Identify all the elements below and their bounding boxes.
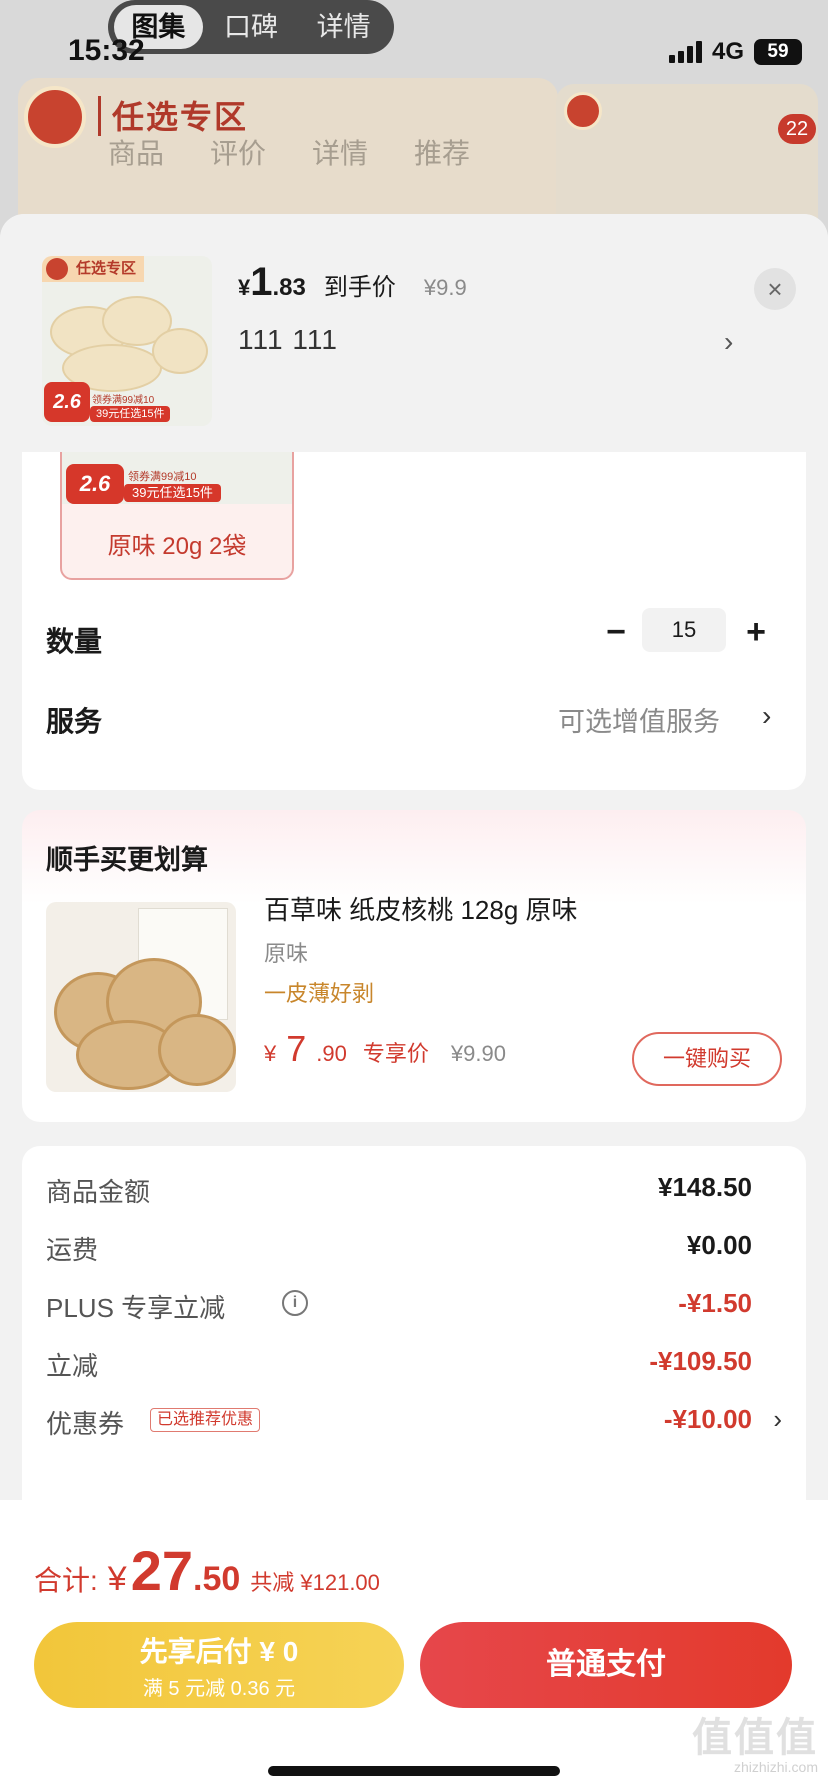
addon-price-int: 7	[286, 1028, 307, 1069]
checkout-footer: 合计: ¥ 27 .50 共减 ¥121.00 先享后付 ¥ 0 满 5 元减 …	[0, 1500, 828, 1792]
pay-later-button[interactable]: 先享后付 ¥ 0 满 5 元减 0.36 元	[34, 1622, 404, 1708]
bg-tab-details[interactable]: 详情	[312, 132, 368, 172]
quantity-label: 数量	[46, 626, 103, 657]
watermark-main: 值值值	[692, 1716, 818, 1760]
summary-label: 优惠券	[46, 1409, 125, 1439]
thumbnail-brand-logo	[564, 92, 602, 130]
service-label: 服务	[46, 706, 103, 737]
battery-icon: 59	[754, 39, 802, 65]
final-price-row: ¥1.83 到手价 ¥9.9	[238, 260, 467, 305]
summary-row-plus-discount: PLUS 专享立减 i -¥1.50	[46, 1288, 782, 1328]
summary-value: -¥109.50	[649, 1346, 752, 1376]
addon-price: ¥7 .90 专享价 ¥9.90	[264, 1028, 506, 1070]
background-tabs: 商品 评价 详情 推荐	[108, 132, 470, 172]
addon-price-dec: .90	[316, 1041, 347, 1066]
selected-product-image[interactable]: 任选专区 2.6 领券满99减10 39元任选15件	[42, 256, 212, 426]
chevron-right-icon[interactable]: ›	[773, 1404, 782, 1435]
image-promo-text: 领券满99减10	[92, 395, 155, 406]
quantity-input[interactable]: 15	[642, 608, 726, 652]
watermark-sub: zhizhizhi.com	[733, 1759, 818, 1775]
close-icon[interactable]: ×	[754, 268, 796, 310]
selected-spec[interactable]: 111 111	[238, 324, 338, 356]
summary-row-shipping: 运费 ¥0.00	[46, 1230, 782, 1270]
status-time: 15:32	[68, 34, 145, 67]
price-label: 到手价	[323, 274, 396, 301]
summary-value: -¥10.00	[663, 1404, 752, 1434]
bg-tab-reviews[interactable]: 评价	[210, 132, 266, 172]
total-label: 合计:	[34, 1565, 98, 1596]
price-summary-card: 商品金额 ¥148.50 运费 ¥0.00 PLUS 专享立减 i -¥1.50…	[22, 1146, 806, 1546]
network-type: 4G	[711, 38, 744, 65]
summary-value: -¥1.50	[678, 1288, 752, 1318]
tab-detail[interactable]: 详情	[299, 5, 388, 49]
summary-row-goods-amount: 商品金额 ¥148.50	[46, 1172, 782, 1212]
signal-icon	[668, 41, 702, 63]
summary-label: 运费	[46, 1235, 99, 1265]
quantity-increase-button[interactable]: +	[736, 612, 776, 652]
brand-logo	[24, 86, 86, 148]
sheet-product-header: 任选专区 2.6 领券满99减10 39元任选15件 ¥1.83 到手价 ¥9.…	[0, 214, 828, 452]
addon-price-symbol: ¥	[264, 1041, 277, 1066]
bg-tab-recommend[interactable]: 推荐	[414, 132, 470, 172]
quantity-decrease-button[interactable]: −	[596, 612, 636, 652]
status-indicators: 4G 59	[668, 38, 802, 66]
brand-logo	[46, 258, 68, 280]
image-count-badge: 22	[778, 114, 816, 144]
option-label: 原味 20g 2袋	[107, 533, 247, 560]
summary-value: ¥148.50	[658, 1172, 752, 1202]
addon-title: 顺手买更划算	[46, 845, 208, 875]
option-promo-tag: 39元任选15件	[124, 484, 221, 502]
chevron-right-icon[interactable]: ›	[724, 326, 733, 358]
normal-pay-button[interactable]: 普通支付	[420, 1622, 792, 1708]
addon-flavor: 原味	[264, 941, 309, 966]
chevron-right-icon[interactable]: ›	[762, 700, 771, 732]
final-price: ¥1.83	[238, 260, 306, 305]
total-row: 合计: ¥ 27 .50 共减 ¥121.00	[34, 1538, 380, 1603]
coupon-tag: 已选推荐优惠	[150, 1408, 261, 1432]
site-watermark: 值值值 zhizhizhi.com	[692, 1718, 818, 1774]
addon-price-label: 专享价	[362, 1041, 429, 1066]
info-icon[interactable]: i	[282, 1290, 308, 1316]
total-int: 27	[130, 1539, 193, 1602]
image-promo-tag: 39元任选15件	[90, 406, 171, 422]
summary-label: 立减	[46, 1351, 99, 1381]
top-segment-tabs: 图集 口碑 详情	[108, 0, 394, 54]
summary-value: ¥0.00	[686, 1230, 752, 1260]
price-dec: .83	[272, 274, 306, 301]
pay-later-title: 先享后付 ¥ 0	[139, 1636, 299, 1667]
image-price-badge: 2.6	[44, 382, 90, 422]
service-value[interactable]: 可选增值服务	[558, 700, 720, 739]
total-saving: 共减 ¥121.00	[250, 1570, 380, 1595]
addon-card: 顺手买更划算 百草味 纸皮核桃 128g 原味 原味 一皮薄好剥 ¥7 .90 专…	[22, 810, 806, 1122]
addon-product-image[interactable]	[46, 902, 236, 1092]
total-dec: .50	[193, 1560, 241, 1598]
summary-row-coupon[interactable]: 优惠券 已选推荐优惠 -¥10.00 ›	[46, 1404, 782, 1444]
option-price-badge: 2.6	[66, 464, 124, 504]
total-symbol: ¥	[107, 1560, 127, 1598]
price-symbol: ¥	[238, 275, 251, 300]
summary-label: 商品金额	[46, 1177, 151, 1207]
option-promo-text: 领券满99减10	[128, 471, 197, 483]
original-price: ¥9.9	[423, 275, 467, 300]
one-click-buy-button[interactable]: 一键购买	[632, 1032, 782, 1086]
summary-label: PLUS 专享立减	[46, 1293, 226, 1323]
addon-selling-point: 一皮薄好剥	[264, 981, 375, 1006]
addon-product-name[interactable]: 百草味 纸皮核桃 128g 原味	[264, 890, 578, 927]
banner-divider	[98, 96, 101, 136]
bg-tab-goods[interactable]: 商品	[108, 132, 164, 172]
addon-original-price: ¥9.90	[450, 1041, 506, 1066]
price-int: 1	[250, 260, 273, 304]
summary-row-instant-discount: 立减 -¥109.50	[46, 1346, 782, 1386]
tab-reputation[interactable]: 口碑	[207, 5, 296, 49]
home-indicator	[268, 1766, 560, 1776]
pay-later-subtitle: 满 5 元减 0.36 元	[142, 1678, 296, 1700]
